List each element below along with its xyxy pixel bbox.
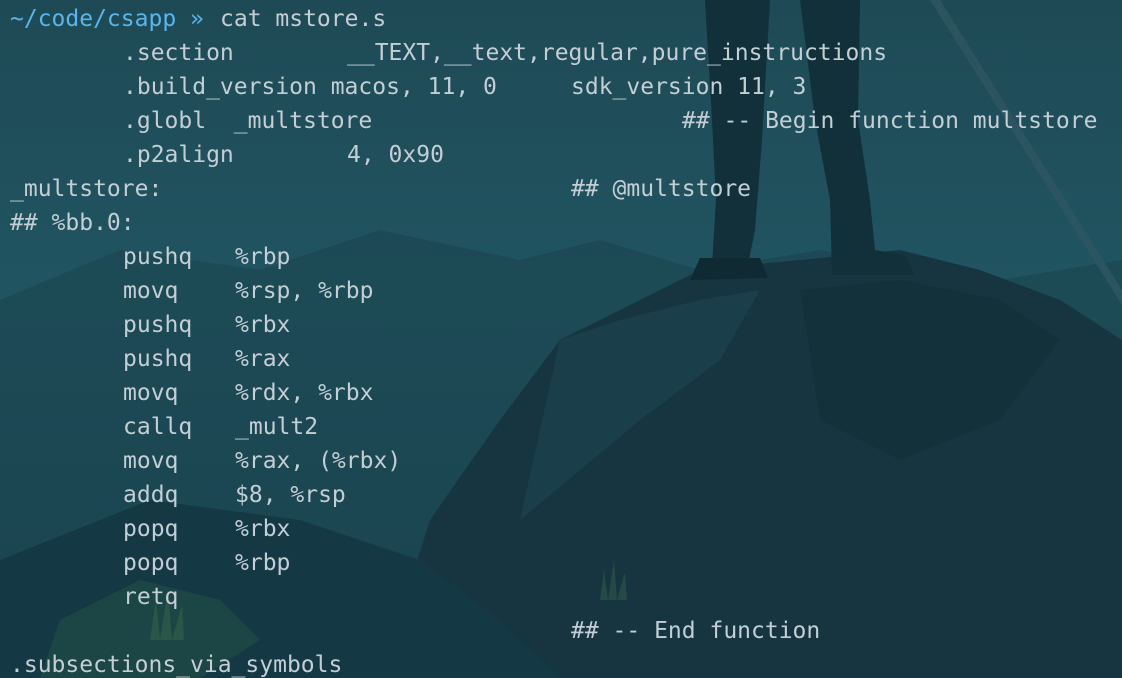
operands: %rax (235, 346, 291, 372)
opcode: addq (123, 482, 179, 508)
instr-movq-rax: movq %rax, (%rbx) (10, 444, 401, 478)
directive-name: .section (123, 40, 234, 66)
operands: %rdx, %rbx (235, 380, 374, 406)
asm-comment: ## -- Begin function multstore (682, 108, 1098, 134)
end-function-comment: ## -- End function (10, 614, 820, 648)
terminal-window[interactable]: ~/code/csapp » cat mstore.s .section __T… (0, 0, 1122, 678)
prompt-path: ~/code/csapp (10, 6, 177, 32)
opcode: pushq (123, 346, 193, 372)
operands: $8, %rsp (235, 482, 346, 508)
directive-name: .p2align (123, 142, 234, 168)
instr-movq-rdx: movq %rdx, %rbx (10, 376, 373, 410)
opcode: movq (123, 380, 179, 406)
opcode: callq (123, 414, 193, 440)
instr-pushq-rbx: pushq %rbx (10, 308, 290, 342)
opcode: pushq (123, 244, 193, 270)
opcode: movq (123, 278, 179, 304)
build-version-directive: .build_version macos, 11, 0 sdk_version … (10, 70, 806, 104)
instr-callq: callq _mult2 (10, 410, 318, 444)
globl-directive: .globl _multstore ## -- Begin function m… (10, 104, 1097, 138)
prompt-command: cat mstore.s (220, 6, 387, 32)
instr-retq: retq (10, 580, 178, 614)
function-label: _multstore: (10, 176, 163, 202)
instr-popq-rbx: popq %rbx (10, 512, 290, 546)
operands: %rbx (235, 312, 291, 338)
operands: %rsp, %rbp (235, 278, 374, 304)
asm-comment: ## %bb.0: (10, 210, 135, 236)
asm-comment: ## -- End function (571, 618, 821, 644)
directive-args: 4, 0x90 (347, 142, 444, 168)
operands: %rbp (235, 244, 291, 270)
instr-pushq-rbp: pushq %rbp (10, 240, 290, 274)
instr-pushq-rax: pushq %rax (10, 342, 290, 376)
directive-name: .build_version macos, 11, 0 (123, 74, 497, 100)
opcode: popq (123, 516, 179, 542)
p2align-directive: .p2align 4, 0x90 (10, 138, 444, 172)
opcode: popq (123, 550, 179, 576)
block-label: ## %bb.0: (10, 206, 135, 240)
multstore-label: _multstore: ## @multstore (10, 172, 751, 206)
directive-name: .globl _multstore (123, 108, 373, 134)
instr-movq-rsp: movq %rsp, %rbp (10, 274, 373, 308)
operands: %rbx (235, 516, 291, 542)
directive-name: .subsections_via_symbols (10, 652, 343, 678)
operands: %rax, (%rbx) (235, 448, 402, 474)
directive-args: sdk_version 11, 3 (571, 74, 807, 100)
operands: %rbp (235, 550, 291, 576)
prompt-arrow-icon: » (190, 6, 204, 32)
opcode: retq (123, 584, 179, 610)
section-directive: .section __TEXT,__text,regular,pure_inst… (10, 36, 887, 70)
instr-popq-rbp: popq %rbp (10, 546, 290, 580)
operands: _mult2 (235, 414, 319, 440)
prompt-line: ~/code/csapp » cat mstore.s (10, 2, 386, 36)
directive-args: __TEXT,__text,regular,pure_instructions (347, 40, 888, 66)
instr-addq: addq $8, %rsp (10, 478, 346, 512)
asm-comment: ## @multstore (571, 176, 752, 202)
subsections-directive: .subsections_via_symbols (10, 648, 342, 678)
opcode: pushq (123, 312, 193, 338)
opcode: movq (123, 448, 179, 474)
